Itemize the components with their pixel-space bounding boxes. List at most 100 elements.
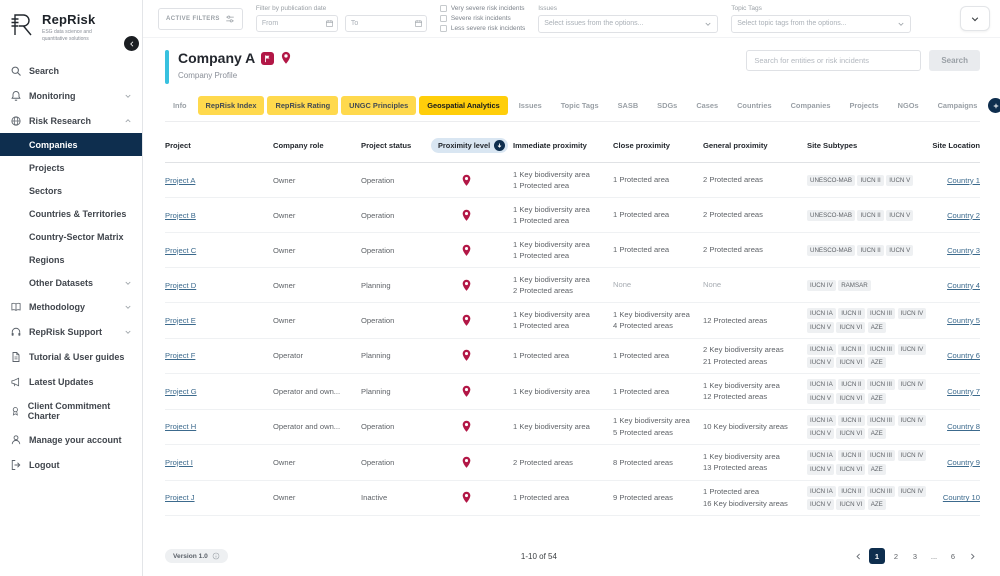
tab-reprisk-rating[interactable]: RepRisk Rating [267,96,338,115]
sidebar-collapse-button[interactable] [124,36,139,51]
country-link[interactable]: Country 8 [947,422,980,431]
filter-bar-collapse-button[interactable] [960,6,990,31]
country-link[interactable]: Country 5 [947,316,980,325]
checkbox-less-severe-risk-incidents[interactable] [440,25,447,32]
project-link[interactable]: Project I [165,458,193,467]
search-input[interactable] [746,50,921,71]
country-link[interactable]: Country 1 [947,176,980,185]
pin-icon[interactable] [461,244,472,257]
reprisk-logo[interactable]: RepRisk ESG data science and quantitativ… [0,10,142,52]
sidebar-item-countries-territories[interactable]: Countries & Territories [0,202,142,225]
sort-indicator [494,140,505,151]
sidebar-item-regions[interactable]: Regions [0,248,142,271]
next-page-button[interactable] [964,548,980,564]
active-filters-button[interactable]: ACTIVE FILTERS [158,8,243,30]
page-button-6[interactable]: 6 [945,548,961,564]
sidebar-item-logout[interactable]: Logout [0,452,142,477]
country-link[interactable]: Country 9 [947,458,980,467]
sidebar-item-client-commitment-charter[interactable]: Client Commitment Charter [0,394,142,427]
project-link[interactable]: Project F [165,351,195,360]
pin-icon[interactable] [461,314,472,327]
location-pin-icon[interactable] [280,51,292,65]
immediate-proximity-cell: 1 Key biodiversity area1 Protected area [513,205,609,226]
tab-cases[interactable]: Cases [688,96,726,115]
pin-icon[interactable] [461,279,472,292]
checkbox-severe-risk-incidents[interactable] [440,15,447,22]
site-subtype-chip: IUCN IV [898,415,927,426]
tab-reprisk-index[interactable]: RepRisk Index [198,96,265,115]
table-row: Project COwnerOperation1 Key biodiversit… [165,233,980,268]
pin-icon[interactable] [461,209,472,222]
project-link[interactable]: Project B [165,211,196,220]
sidebar-item-tutorial-user-guides[interactable]: Tutorial & User guides [0,344,142,369]
sidebar-item-risk-research[interactable]: Risk Research [0,108,142,133]
project-link[interactable]: Project G [165,387,197,396]
sidebar-item-sectors[interactable]: Sectors [0,179,142,202]
project-link[interactable]: Project C [165,246,196,255]
tab-ungc-principles[interactable]: UNGC Principles [341,96,416,115]
calendar-icon[interactable] [414,19,423,28]
pin-icon[interactable] [461,385,472,398]
general-proximity-cell: 1 Key biodiversity area13 Protected area… [703,452,803,473]
topic-tags-select[interactable]: Select topic tags from the options... [731,15,911,33]
tab-issues[interactable]: Issues [511,96,550,115]
sidebar-item-companies[interactable]: Companies [0,133,142,156]
country-link[interactable]: Country 3 [947,246,980,255]
cell-line: 2 Protected areas [703,210,803,219]
project-link[interactable]: Project H [165,422,196,431]
project-link[interactable]: Project A [165,176,195,185]
country-link[interactable]: Country 6 [947,351,980,360]
proximity-level-cell [431,349,509,362]
country-link[interactable]: Country 7 [947,387,980,396]
pin-icon[interactable] [461,349,472,362]
page-button-3[interactable]: 3 [907,548,923,564]
project-link[interactable]: Project J [165,493,195,502]
tab-countries[interactable]: Countries [729,96,780,115]
tab-topic-tags[interactable]: Topic Tags [553,96,607,115]
search-button[interactable]: Search [929,50,980,71]
pin-icon[interactable] [461,456,472,469]
site-subtypes-cell: IUCN IAIUCN IIIUCN IIIIUCN IVIUCN VIUCN … [807,308,927,333]
country-link[interactable]: Country 4 [947,281,980,290]
tab-info[interactable]: Info [165,96,195,115]
project-cell: Project F [165,351,269,360]
sidebar-item-search[interactable]: Search [0,58,142,83]
site-subtype-chip: IUCN V [886,210,913,221]
tab-projects[interactable]: Projects [841,96,886,115]
pin-icon[interactable] [461,420,472,433]
sidebar-item-other-datasets[interactable]: Other Datasets [0,271,142,294]
calendar-icon[interactable] [325,19,334,28]
site-subtype-chip: IUCN IV [807,280,836,291]
info-icon[interactable] [212,552,220,560]
project-link[interactable]: Project D [165,281,196,290]
tab-geospatial-analytics[interactable]: Geospatial Analytics [419,96,507,115]
risk-flag-icon[interactable] [261,52,274,65]
sidebar-item-projects[interactable]: Projects [0,156,142,179]
tab-sdgs[interactable]: SDGs [649,96,685,115]
tab-sasb[interactable]: SASB [610,96,647,115]
project-link[interactable]: Project E [165,316,196,325]
pin-icon[interactable] [461,491,472,504]
sidebar-item-latest-updates[interactable]: Latest Updates [0,369,142,394]
sidebar-item-country-sector-matrix[interactable]: Country-Sector Matrix [0,225,142,248]
page-button-1[interactable]: 1 [869,548,885,564]
sidebar-item-reprisk-support[interactable]: RepRisk Support [0,319,142,344]
sidebar-item-monitoring[interactable]: Monitoring [0,83,142,108]
pin-icon[interactable] [461,174,472,187]
country-link[interactable]: Country 10 [943,493,980,502]
proximity-level-sort[interactable]: Proximity level [431,138,508,153]
general-proximity-cell: 2 Key biodiversity areas21 Protected are… [703,345,803,366]
prev-page-button[interactable] [850,548,866,564]
page-button-2[interactable]: 2 [888,548,904,564]
column-header-immediate-proximity: Immediate proximity [513,141,609,150]
main-area: ACTIVE FILTERS Filter by publication dat… [143,0,1000,576]
sidebar-item-methodology[interactable]: Methodology [0,294,142,319]
tab-companies[interactable]: Companies [783,96,839,115]
checkbox-very-severe-risk-incidents[interactable] [440,5,447,12]
country-link[interactable]: Country 2 [947,211,980,220]
tab-campaigns[interactable]: Campaigns [930,96,986,115]
tab-ngos[interactable]: NGOs [890,96,927,115]
add-tab-button[interactable] [988,98,1000,113]
issues-select[interactable]: Select issues from the options... [538,15,718,33]
sidebar-item-manage-your-account[interactable]: Manage your account [0,427,142,452]
